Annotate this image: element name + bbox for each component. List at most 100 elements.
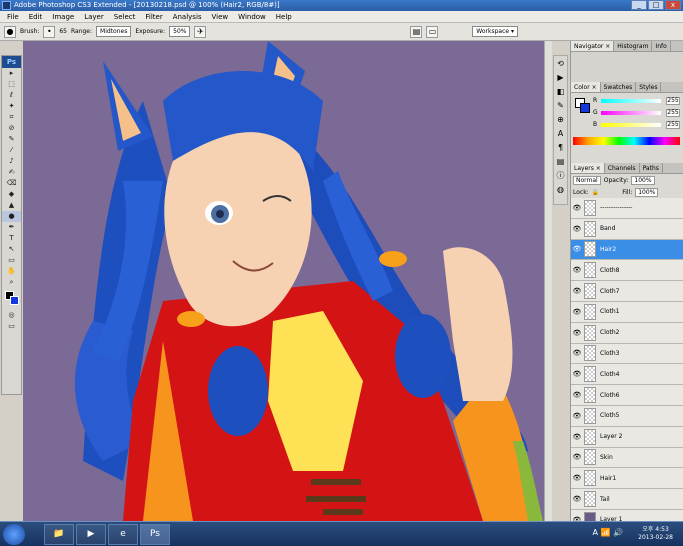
visibility-eye-icon[interactable]: 👁 (571, 433, 583, 441)
dodge-tool-icon[interactable]: ● (2, 211, 21, 222)
visibility-eye-icon[interactable]: 👁 (571, 495, 583, 503)
screen-mode-icon[interactable]: ▭ (2, 321, 21, 332)
vertical-scrollbar[interactable] (544, 41, 552, 521)
green-value[interactable]: 255 (666, 109, 680, 117)
visibility-eye-icon[interactable]: 👁 (571, 474, 583, 482)
blur-tool-icon[interactable]: ▲ (2, 200, 21, 211)
menu-filter[interactable]: Filter (140, 13, 167, 21)
layer-name[interactable]: Band (598, 225, 615, 232)
visibility-eye-icon[interactable]: 👁 (571, 412, 583, 420)
layer-name[interactable]: Hair2 (598, 246, 616, 253)
color-spectrum[interactable] (573, 137, 680, 145)
actions-panel-icon[interactable]: ▶ (554, 72, 567, 84)
history-brush-tool-icon[interactable]: ✍ (2, 167, 21, 178)
animation-panel-icon[interactable]: ◍ (554, 184, 567, 196)
tab-histogram[interactable]: Histogram (614, 41, 653, 51)
layer-name[interactable]: Cloth5 (598, 412, 620, 419)
tool-options-icon[interactable]: ▤ (410, 25, 423, 38)
red-slider[interactable] (601, 99, 661, 103)
blue-value[interactable]: 255 (666, 121, 680, 129)
visibility-eye-icon[interactable]: 👁 (571, 391, 583, 399)
color-swatches[interactable] (2, 288, 21, 310)
layer-name[interactable]: Tail (598, 496, 610, 503)
range-select[interactable]: Midtones (96, 26, 132, 37)
layer-row[interactable]: 👁 Band (571, 218, 683, 240)
tab-paths[interactable]: Paths (640, 163, 663, 173)
visibility-eye-icon[interactable]: 👁 (571, 287, 583, 295)
layer-name[interactable]: Cloth6 (598, 392, 620, 399)
layer-name[interactable]: Cloth7 (598, 288, 620, 295)
zoom-tool-icon[interactable]: ⌕ (2, 277, 21, 288)
layer-name[interactable]: Hair1 (598, 475, 616, 482)
layer-row[interactable]: 👁 Cloth8 (571, 260, 683, 282)
layer-row[interactable]: 👁 Skin (571, 447, 683, 469)
lock-icon[interactable]: 🔒 (592, 189, 599, 196)
move-tool-icon[interactable]: ▸ (2, 68, 21, 79)
visibility-eye-icon[interactable]: 👁 (571, 204, 583, 212)
tab-channels[interactable]: Channels (605, 163, 640, 173)
layer-name[interactable]: --------------- (598, 204, 632, 211)
tab-swatches[interactable]: Swatches (601, 82, 637, 92)
path-selection-tool-icon[interactable]: ↖ (2, 244, 21, 255)
type-tool-icon[interactable]: T (2, 233, 21, 244)
clone-stamp-tool-icon[interactable]: ♪ (2, 156, 21, 167)
marquee-tool-icon[interactable]: ⬚ (2, 79, 21, 90)
layer-row[interactable]: 👁 Cloth5 (571, 405, 683, 427)
taskbar-ie[interactable]: e (108, 524, 138, 545)
fill-input[interactable]: 100% (635, 187, 659, 197)
gradient-tool-icon[interactable]: ◆ (2, 189, 21, 200)
exposure-input[interactable]: 50% (169, 26, 191, 37)
info-panel-icon[interactable]: ⓘ (554, 170, 567, 182)
layer-name[interactable]: Skin (598, 454, 613, 461)
eraser-tool-icon[interactable]: ⌫ (2, 178, 21, 189)
workspace-button[interactable]: Workspace ▾ (472, 26, 518, 37)
menu-window[interactable]: Window (233, 13, 271, 21)
menu-select[interactable]: Select (109, 13, 141, 21)
pen-tool-icon[interactable]: ✒ (2, 222, 21, 233)
shape-tool-icon[interactable]: ▭ (2, 255, 21, 266)
menu-file[interactable]: File (2, 13, 24, 21)
tab-color[interactable]: Color × (571, 82, 601, 92)
layer-name[interactable]: Layer 2 (598, 433, 622, 440)
menu-analysis[interactable]: Analysis (168, 13, 207, 21)
layer-row[interactable]: 👁 Cloth1 (571, 301, 683, 323)
layer-name[interactable]: Cloth8 (598, 267, 620, 274)
tab-layers[interactable]: Layers × (571, 163, 605, 173)
layer-row[interactable]: 👁 Hair1 (571, 468, 683, 490)
tool-presets-icon[interactable]: ◧ (554, 86, 567, 98)
layer-row[interactable]: 👁 Cloth2 (571, 322, 683, 344)
menu-help[interactable]: Help (271, 13, 297, 21)
visibility-eye-icon[interactable]: 👁 (571, 225, 583, 233)
brush-picker-icon[interactable]: • (43, 25, 56, 38)
quick-mask-icon[interactable]: ◎ (2, 310, 21, 321)
paragraph-panel-icon[interactable]: ¶ (554, 142, 567, 154)
layer-name[interactable]: Cloth1 (598, 308, 620, 315)
layer-row[interactable]: 👁 Cloth3 (571, 343, 683, 365)
airbrush-icon[interactable]: ✈ (194, 25, 207, 38)
visibility-eye-icon[interactable]: 👁 (571, 349, 583, 357)
slice-tool-icon[interactable]: ⊘ (2, 123, 21, 134)
visibility-eye-icon[interactable]: 👁 (571, 453, 583, 461)
dodge-tool-preset-icon[interactable]: ● (4, 25, 16, 38)
layer-row[interactable]: 👁 Hair2 (571, 239, 683, 261)
document-icon[interactable]: ▭ (426, 25, 439, 38)
clone-source-icon[interactable]: ⊕ (554, 114, 567, 126)
tab-info[interactable]: Info (652, 41, 671, 51)
menu-edit[interactable]: Edit (24, 13, 48, 21)
brushes-panel-icon[interactable]: ✎ (554, 100, 567, 112)
crop-tool-icon[interactable]: ⌗ (2, 112, 21, 123)
lasso-tool-icon[interactable]: ℓ (2, 90, 21, 101)
character-panel-icon[interactable]: A (554, 128, 567, 140)
blend-mode-select[interactable]: Normal (573, 175, 601, 185)
minimize-button[interactable]: _ (631, 0, 647, 10)
layer-row[interactable]: 👁 Tail (571, 489, 683, 510)
clock[interactable]: 오후 4:53 2013-02-28 (638, 526, 673, 542)
tab-styles[interactable]: Styles (636, 82, 662, 92)
taskbar-photoshop[interactable]: Ps (140, 524, 170, 545)
history-panel-icon[interactable]: ⟲ (554, 58, 567, 70)
system-tray[interactable]: A 📶 🔊 (593, 528, 623, 537)
green-slider[interactable] (601, 111, 661, 115)
layer-row[interactable]: 👁 Cloth7 (571, 281, 683, 302)
menu-view[interactable]: View (207, 13, 234, 21)
brush-tool-icon[interactable]: ⁄ (2, 145, 21, 156)
